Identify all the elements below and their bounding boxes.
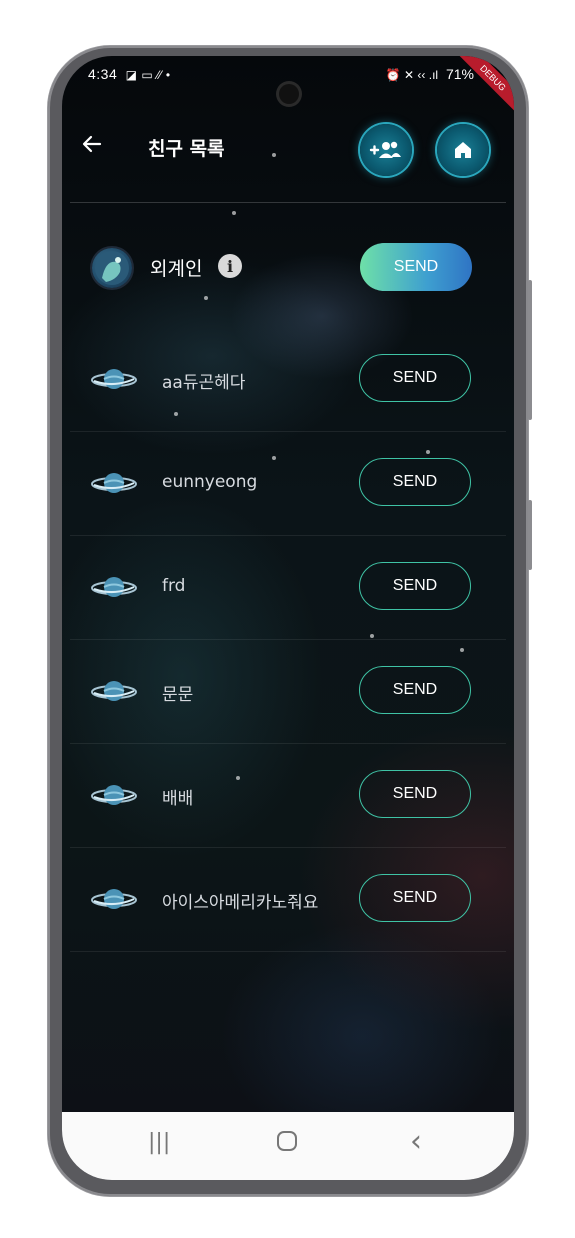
volume-button xyxy=(528,280,532,420)
status-time: 4:34 xyxy=(88,66,118,82)
system-icons: ⏰ ✕ ‹‹ .ıl xyxy=(385,68,439,82)
send-button[interactable]: SEND xyxy=(359,458,471,506)
friend-row: 배배 SEND xyxy=(62,744,514,848)
header-divider xyxy=(70,202,506,203)
send-button[interactable]: SEND xyxy=(359,666,471,714)
page-title: 친구 목록 xyxy=(148,138,225,160)
row-divider xyxy=(70,951,506,952)
back-button[interactable] xyxy=(80,132,106,158)
recents-icon: ||| xyxy=(148,1130,171,1155)
friend-name: eunnyeong xyxy=(162,472,258,492)
friend-name: aa듀곤헤다 xyxy=(162,373,246,393)
send-button-featured[interactable]: SEND xyxy=(360,243,472,291)
back-nav-button[interactable]: ‹ xyxy=(410,1124,422,1159)
info-button[interactable]: i xyxy=(218,254,242,278)
status-left: 4:34 ◪ ▭ ⁄⁄ • xyxy=(88,66,171,82)
friend-name: 문문 xyxy=(162,685,194,705)
friend-row: aa듀곤헤다 SEND xyxy=(62,328,514,432)
featured-friend-name: 외계인 xyxy=(150,258,203,280)
friend-row: eunnyeong SEND xyxy=(62,432,514,536)
home-button[interactable] xyxy=(437,124,489,176)
add-friend-icon xyxy=(369,141,401,158)
send-button[interactable]: SEND xyxy=(359,562,471,610)
planet-icon xyxy=(91,369,137,389)
star-decoration xyxy=(232,211,236,215)
back-nav-icon: ‹ xyxy=(410,1124,422,1159)
friend-name: frd xyxy=(162,576,186,596)
system-nav-bar: ||| ‹ xyxy=(62,1112,514,1180)
send-button[interactable]: SEND xyxy=(359,354,471,402)
home-nav-button[interactable] xyxy=(276,1130,298,1158)
app-screen: 4:34 ◪ ▭ ⁄⁄ • ⏰ ✕ ‹‹ .ıl 71% DEBUG 친구 목록 xyxy=(62,56,514,1180)
battery-percent: 71% xyxy=(445,66,474,82)
power-button xyxy=(528,500,532,570)
planet-icon xyxy=(91,681,137,701)
planet-icon xyxy=(91,473,137,493)
avatar xyxy=(92,248,132,288)
friend-row: 문문 SEND xyxy=(62,640,514,744)
friend-row: 아이스아메리카노줘요 SEND xyxy=(62,848,514,952)
info-icon: i xyxy=(226,256,234,276)
send-button[interactable]: SEND xyxy=(359,874,471,922)
friend-name: 아이스아메리카노줘요 xyxy=(162,893,319,913)
alien-planet-icon xyxy=(95,251,129,285)
planet-icon xyxy=(91,577,137,597)
home-pill-icon xyxy=(277,1131,297,1151)
status-right: ⏰ ✕ ‹‹ .ıl 71% xyxy=(386,66,474,82)
planet-icon xyxy=(91,889,137,909)
planet-icon xyxy=(91,785,137,805)
status-bar: 4:34 ◪ ▭ ⁄⁄ • ⏰ ✕ ‹‹ .ıl 71% xyxy=(88,66,496,88)
notification-icons: ◪ ▭ ⁄⁄ • xyxy=(125,68,171,82)
home-icon xyxy=(455,142,471,158)
app-header: 친구 목록 xyxy=(62,120,514,176)
arrow-left-icon xyxy=(82,135,102,153)
recents-button[interactable]: ||| xyxy=(148,1130,170,1155)
friend-row: frd SEND xyxy=(62,536,514,640)
send-button[interactable]: SEND xyxy=(359,770,471,818)
friend-name: 배배 xyxy=(162,789,194,809)
add-friend-button[interactable] xyxy=(360,124,412,176)
featured-friend-row: 외계인 i SEND xyxy=(62,236,514,320)
